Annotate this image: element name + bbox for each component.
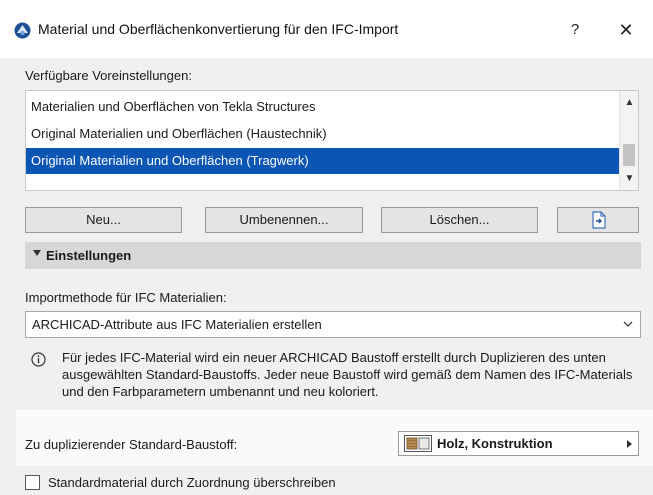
- presets-list[interactable]: Materialien und Oberflächen von Tekla St…: [25, 90, 639, 191]
- chevron-right-icon: [627, 440, 632, 448]
- scroll-up-icon[interactable]: ▲: [620, 95, 638, 111]
- settings-section-header[interactable]: Einstellungen: [25, 242, 641, 269]
- collapse-arrow-icon: [33, 250, 41, 256]
- scroll-thumb[interactable]: [623, 144, 635, 166]
- help-button[interactable]: ?: [560, 14, 590, 46]
- chevron-down-icon: [623, 321, 633, 327]
- override-checkbox[interactable]: [25, 475, 40, 490]
- scroll-down-icon[interactable]: ▼: [620, 171, 638, 187]
- import-method-select[interactable]: ARCHICAD-Attribute aus IFC Materialien e…: [25, 311, 641, 338]
- close-button[interactable]: ✕: [608, 14, 644, 46]
- import-preset-button[interactable]: [557, 207, 639, 233]
- settings-section-title: Einstellungen: [46, 248, 132, 263]
- preset-item-haustechnik[interactable]: Original Materialien und Oberflächen (Ha…: [26, 121, 620, 147]
- import-method-label: Importmethode für IFC Materialien:: [25, 290, 227, 305]
- title-bar: Material und Oberflächenkonvertierung fü…: [0, 0, 653, 58]
- presets-scrollbar[interactable]: ▲ ▼: [619, 91, 638, 190]
- delete-preset-button[interactable]: Löschen...: [381, 207, 538, 233]
- archicad-app-icon: [14, 22, 31, 39]
- preset-item-tekla[interactable]: Materialien und Oberflächen von Tekla St…: [26, 94, 620, 120]
- wood-material-icon: [404, 435, 432, 452]
- rename-preset-button[interactable]: Umbenennen...: [205, 207, 363, 233]
- import-method-value: ARCHICAD-Attribute aus IFC Materialien e…: [32, 317, 322, 332]
- standard-material-label: Zu duplizierender Standard-Baustoff:: [25, 437, 238, 452]
- standard-material-picker[interactable]: Holz, Konstruktion: [398, 431, 639, 456]
- override-checkbox-label[interactable]: Standardmaterial durch Zuordnung übersch…: [48, 475, 336, 490]
- standard-material-value: Holz, Konstruktion: [437, 436, 553, 451]
- info-icon: [31, 352, 46, 367]
- info-description: Für jedes IFC-Material wird ein neuer AR…: [62, 350, 633, 399]
- preset-item-tragwerk[interactable]: Original Materialien und Oberflächen (Tr…: [26, 148, 620, 174]
- window-title: Material und Oberflächenkonvertierung fü…: [38, 21, 399, 37]
- new-preset-button[interactable]: Neu...: [25, 207, 182, 233]
- presets-label: Verfügbare Voreinstellungen:: [25, 68, 192, 83]
- document-import-icon: [592, 211, 606, 229]
